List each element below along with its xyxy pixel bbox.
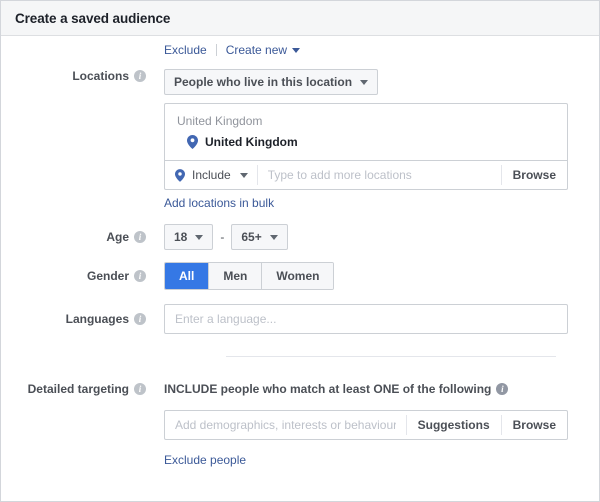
location-group-title: United Kingdom bbox=[177, 114, 263, 128]
location-item-label: United Kingdom bbox=[205, 135, 298, 149]
include-exclude-select[interactable]: Include bbox=[165, 168, 257, 182]
page-title: Create a saved audience bbox=[15, 10, 171, 26]
map-pin-icon bbox=[187, 135, 198, 149]
chevron-down-icon bbox=[360, 79, 369, 85]
chevron-down-icon bbox=[195, 234, 204, 240]
info-icon[interactable]: i bbox=[134, 383, 146, 395]
chevron-down-icon[interactable] bbox=[292, 47, 301, 53]
languages-input[interactable] bbox=[164, 304, 568, 334]
gender-option-women[interactable]: Women bbox=[261, 263, 334, 289]
include-label: Include bbox=[192, 168, 231, 182]
location-input-row: Include Browse bbox=[165, 160, 567, 189]
create-saved-audience-dialog: Create a saved audience Exclude Create n… bbox=[0, 0, 600, 502]
dialog-body: Exclude Create new Locations i People wh… bbox=[1, 36, 599, 469]
info-icon[interactable]: i bbox=[134, 270, 146, 282]
detailed-targeting-browse-button[interactable]: Browse bbox=[502, 418, 567, 432]
dialog-header: Create a saved audience bbox=[1, 1, 599, 36]
location-scope-select[interactable]: People who live in this location bbox=[164, 69, 379, 95]
section-divider bbox=[226, 356, 556, 357]
gender-label: Gender i bbox=[1, 269, 146, 283]
gender-row: Gender i All Men Women bbox=[1, 262, 599, 290]
locations-row: Locations i People who live in this loca… bbox=[1, 69, 599, 212]
detailed-targeting-row: Detailed targeting i INCLUDE people who … bbox=[1, 382, 599, 469]
detailed-targeting-heading-text: INCLUDE people who match at least ONE of… bbox=[164, 382, 492, 396]
gender-segmented-control: All Men Women bbox=[164, 262, 335, 290]
age-range-separator: - bbox=[220, 230, 225, 244]
exclude-link[interactable]: Exclude bbox=[164, 43, 207, 57]
add-locations-input[interactable] bbox=[257, 168, 501, 182]
age-label: Age i bbox=[1, 230, 146, 244]
age-row: Age i 18 - 65+ bbox=[1, 224, 599, 250]
languages-label: Languages i bbox=[1, 312, 146, 326]
age-min-select[interactable]: 18 bbox=[164, 224, 214, 250]
info-icon[interactable]: i bbox=[134, 313, 146, 325]
gender-option-men[interactable]: Men bbox=[208, 263, 262, 289]
info-icon[interactable]: i bbox=[134, 70, 146, 82]
link-divider bbox=[215, 44, 217, 56]
languages-row: Languages i bbox=[1, 304, 599, 334]
gender-option-all[interactable]: All bbox=[165, 263, 209, 289]
create-new-link[interactable]: Create new bbox=[226, 43, 287, 57]
chevron-down-icon bbox=[269, 234, 278, 240]
age-min-value: 18 bbox=[174, 230, 188, 244]
add-locations-in-bulk-link[interactable]: Add locations in bulk bbox=[164, 196, 274, 210]
info-icon[interactable]: i bbox=[134, 231, 146, 243]
detailed-targeting-label: Detailed targeting i bbox=[1, 382, 146, 396]
age-max-select[interactable]: 65+ bbox=[231, 224, 288, 250]
detailed-targeting-input-box: Suggestions Browse bbox=[164, 410, 568, 440]
chevron-down-icon bbox=[239, 172, 248, 178]
suggestions-button[interactable]: Suggestions bbox=[407, 418, 501, 432]
locations-browse-button[interactable]: Browse bbox=[502, 168, 567, 182]
age-max-value: 65+ bbox=[241, 230, 262, 244]
detailed-targeting-input[interactable] bbox=[165, 418, 406, 432]
exclude-people-link[interactable]: Exclude people bbox=[164, 453, 246, 467]
locations-label: Locations i bbox=[1, 69, 146, 83]
location-selected-item[interactable]: United Kingdom bbox=[165, 130, 567, 160]
location-scope-value: People who live in this location bbox=[174, 75, 353, 89]
info-icon[interactable]: i bbox=[496, 383, 509, 395]
map-pin-icon bbox=[175, 168, 185, 182]
detailed-targeting-heading: INCLUDE people who match at least ONE of… bbox=[164, 382, 599, 396]
section-divider-wrap bbox=[1, 356, 599, 357]
custom-audiences-links-row: Exclude Create new bbox=[1, 36, 599, 57]
locations-box: United Kingdom United Kingdom Include Ty… bbox=[164, 103, 568, 190]
